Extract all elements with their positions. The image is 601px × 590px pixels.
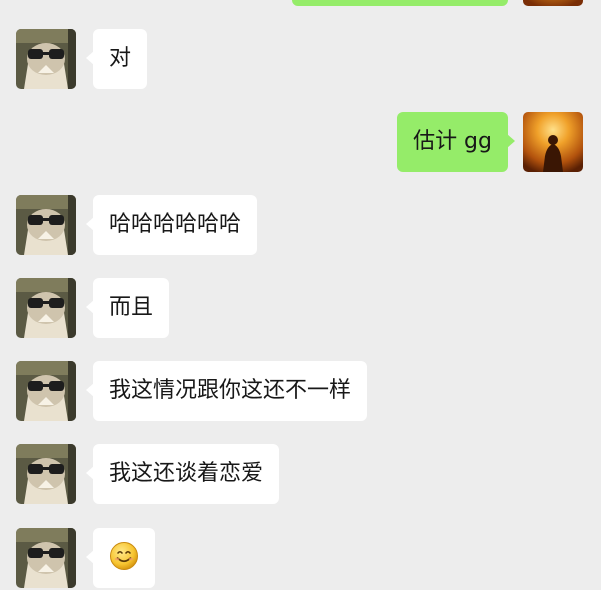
message-bubble-outgoing[interactable]	[292, 0, 508, 6]
message-text: 而且	[109, 295, 154, 320]
message-text: 估计 gg	[413, 129, 492, 154]
contact-avatar[interactable]	[16, 444, 76, 504]
contact-avatar[interactable]	[16, 278, 76, 338]
smile-emoji-icon	[109, 541, 139, 571]
avatar-image	[16, 29, 76, 89]
avatar-image	[16, 444, 76, 504]
contact-avatar[interactable]	[16, 361, 76, 421]
avatar-image	[16, 195, 76, 255]
message-bubble-incoming[interactable]: 而且	[85, 278, 170, 338]
avatar-image	[16, 278, 76, 338]
my-avatar[interactable]	[523, 112, 583, 172]
message-text: 我这还谈着恋爱	[109, 461, 264, 486]
contact-avatar[interactable]	[16, 528, 76, 588]
message-text: 对	[109, 46, 132, 71]
avatar-image	[16, 528, 76, 588]
message-bubble-incoming[interactable]: 我这情况跟你这还不一样	[85, 361, 368, 421]
chat-message-list[interactable]: 对 估计 gg 哈哈哈哈哈哈 而且 我这情况跟你这还不一样 我这还谈着恋爱	[0, 0, 601, 590]
my-avatar[interactable]	[523, 0, 583, 6]
message-bubble-outgoing[interactable]: 估计 gg	[397, 112, 515, 172]
avatar-image	[16, 361, 76, 421]
message-text: 我这情况跟你这还不一样	[109, 378, 352, 403]
message-text: 哈哈哈哈哈哈	[109, 212, 242, 237]
avatar-image	[523, 112, 583, 172]
message-bubble-incoming[interactable]: 我这还谈着恋爱	[85, 444, 280, 504]
message-bubble-incoming[interactable]	[86, 528, 155, 588]
contact-avatar[interactable]	[16, 29, 76, 89]
message-bubble-incoming[interactable]: 哈哈哈哈哈哈	[85, 195, 258, 255]
avatar-image	[523, 0, 583, 6]
message-bubble-incoming[interactable]: 对	[85, 29, 148, 89]
contact-avatar[interactable]	[16, 195, 76, 255]
